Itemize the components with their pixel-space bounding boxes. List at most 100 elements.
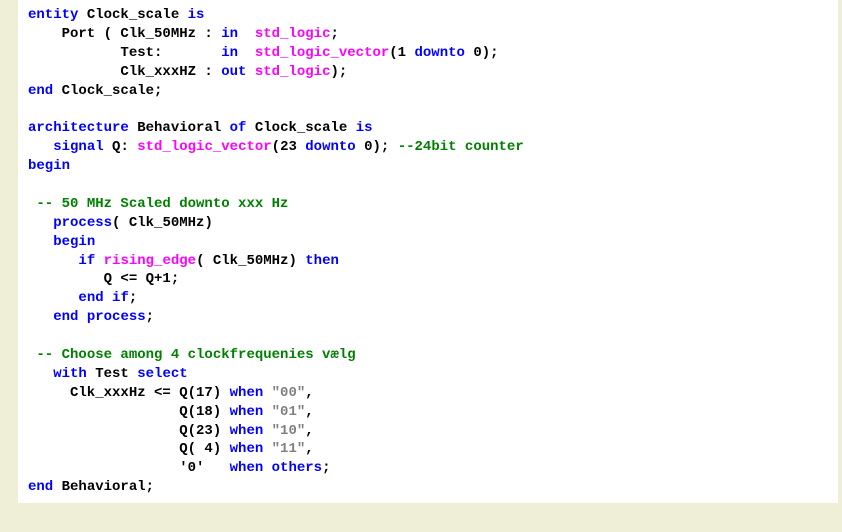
code-token: in	[221, 45, 238, 61]
code-line: Test: in std_logic_vector(1 downto 0);	[28, 44, 828, 63]
code-token: (23	[272, 139, 306, 155]
code-token: downto	[415, 45, 465, 61]
code-token: ;	[330, 26, 338, 42]
code-line: -- Choose among 4 clockfrequenies vælg	[28, 346, 828, 365]
code-token: when	[230, 385, 264, 401]
code-line: '0' when others;	[28, 459, 828, 478]
code-token	[28, 253, 78, 269]
code-token: if	[78, 253, 95, 269]
code-token: std_logic	[255, 64, 331, 80]
code-line: Q( 4) when "11",	[28, 440, 828, 459]
code-line: with Test select	[28, 365, 828, 384]
code-token: --24bit counter	[398, 139, 524, 155]
code-token: "10"	[272, 423, 306, 439]
code-token	[263, 460, 271, 476]
code-token: ,	[305, 404, 313, 420]
code-token: rising_edge	[104, 253, 196, 269]
code-token: std_logic	[255, 26, 331, 42]
code-token: ( Clk_50MHz)	[196, 253, 305, 269]
code-line: signal Q: std_logic_vector(23 downto 0);…	[28, 138, 828, 157]
code-token: begin	[28, 158, 70, 174]
code-token: select	[137, 366, 187, 382]
code-line	[28, 176, 828, 195]
code-token: if	[112, 290, 129, 306]
code-token: Q( 4)	[28, 441, 230, 457]
code-token: in	[221, 26, 238, 42]
code-token: std_logic_vector	[137, 139, 271, 155]
code-token: end	[28, 83, 53, 99]
code-token: of	[230, 120, 247, 136]
code-token: then	[305, 253, 339, 269]
code-token: Clock_scale	[246, 120, 355, 136]
code-token	[95, 253, 103, 269]
code-token: Q:	[104, 139, 138, 155]
code-token: 0);	[356, 139, 398, 155]
code-token: downto	[305, 139, 355, 155]
code-token	[263, 385, 271, 401]
code-token: (1	[389, 45, 414, 61]
code-line: process( Clk_50MHz)	[28, 214, 828, 233]
code-token: -- 50 MHz Scaled downto xxx Hz	[36, 196, 288, 212]
code-token: "00"	[272, 385, 306, 401]
code-line: Clk_xxxHz <= Q(17) when "00",	[28, 384, 828, 403]
code-token: signal	[53, 139, 103, 155]
code-line	[28, 327, 828, 346]
code-token: Clk_xxxHZ :	[28, 64, 221, 80]
code-token: std_logic_vector	[255, 45, 389, 61]
code-token: entity	[28, 7, 78, 23]
code-token	[78, 309, 86, 325]
code-line: architecture Behavioral of Clock_scale i…	[28, 119, 828, 138]
code-line: Q <= Q+1;	[28, 270, 828, 289]
code-token: when	[230, 460, 264, 476]
code-line	[28, 100, 828, 119]
code-token: Port ( Clk_50MHz :	[28, 26, 221, 42]
code-token	[28, 309, 53, 325]
code-token: Clk_xxxHz <= Q(17)	[28, 385, 230, 401]
code-token: ;	[146, 309, 154, 325]
code-token: when	[230, 404, 264, 420]
code-token	[28, 139, 53, 155]
code-line: entity Clock_scale is	[28, 6, 828, 25]
code-line: begin	[28, 233, 828, 252]
code-line: Q(23) when "10",	[28, 422, 828, 441]
code-line: Clk_xxxHZ : out std_logic);	[28, 63, 828, 82]
code-line: Port ( Clk_50MHz : in std_logic;	[28, 25, 828, 44]
code-token: end	[28, 479, 53, 495]
code-token: when	[230, 423, 264, 439]
code-token	[28, 290, 78, 306]
code-token	[263, 441, 271, 457]
code-token: "01"	[272, 404, 306, 420]
code-token: Q <= Q+1;	[28, 271, 179, 287]
code-token: ;	[322, 460, 330, 476]
code-token: ;	[129, 290, 137, 306]
code-token: Q(18)	[28, 404, 230, 420]
code-token: Behavioral	[129, 120, 230, 136]
code-line: Q(18) when "01",	[28, 403, 828, 422]
code-token	[246, 64, 254, 80]
code-line: end Behavioral;	[28, 478, 828, 497]
code-block: entity Clock_scale is Port ( Clk_50MHz :…	[18, 0, 838, 503]
code-token: Test:	[28, 45, 221, 61]
code-token: ,	[305, 423, 313, 439]
code-token: is	[356, 120, 373, 136]
code-token: out	[221, 64, 246, 80]
code-token: -- Choose among 4 clockfrequenies vælg	[36, 347, 355, 363]
code-token: ,	[305, 385, 313, 401]
code-token: Q(23)	[28, 423, 230, 439]
code-token	[28, 234, 53, 250]
code-token: architecture	[28, 120, 129, 136]
code-token: '0'	[28, 460, 230, 476]
code-token: with	[53, 366, 87, 382]
code-token	[238, 26, 255, 42]
code-token	[263, 404, 271, 420]
code-token: Clock_scale;	[53, 83, 162, 99]
code-token: 0);	[465, 45, 499, 61]
code-token: process	[87, 309, 146, 325]
code-line: begin	[28, 157, 828, 176]
code-token	[28, 366, 53, 382]
code-token: is	[188, 7, 205, 23]
code-line: end if;	[28, 289, 828, 308]
code-token: Clock_scale	[78, 7, 187, 23]
code-token	[238, 45, 255, 61]
code-token: ( Clk_50MHz)	[112, 215, 213, 231]
